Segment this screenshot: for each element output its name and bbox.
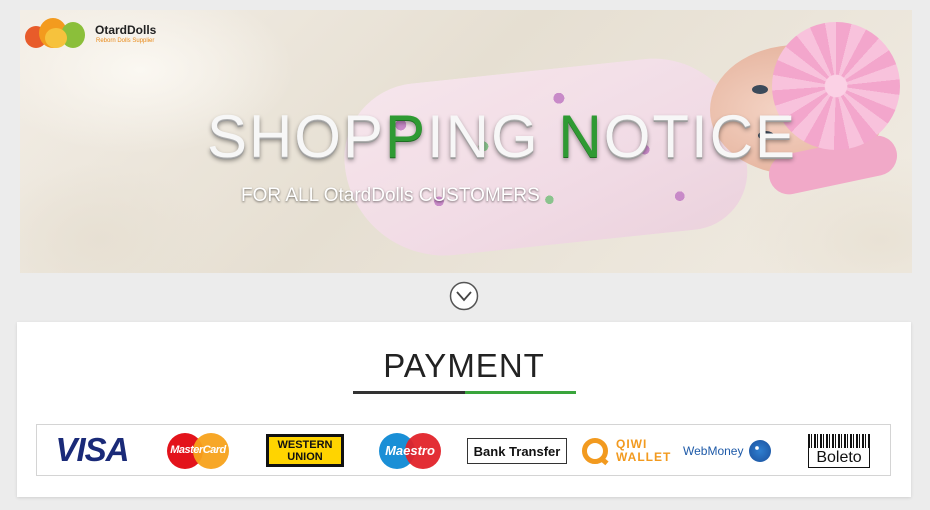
payment-methods-strip: VISA MasterCard WESTERN UNION Maestro Ba…: [36, 424, 891, 476]
boleto-logo: Boleto: [806, 432, 872, 470]
banner-headline: SHOPPING NOTICE: [206, 103, 798, 170]
baby-eye: [752, 85, 768, 94]
qiwi-icon: [582, 438, 608, 464]
maestro-logo: Maestro: [377, 433, 443, 469]
payment-section: PAYMENT VISA MasterCard WESTERN UNION Ma…: [17, 322, 911, 497]
logo-name: OtardDolls: [95, 23, 157, 37]
logo-doll-icon: [25, 16, 91, 50]
mastercard-logo: MasterCard: [165, 433, 231, 469]
webmoney-logo: WebMoney: [683, 437, 781, 465]
bank-transfer-logo: Bank Transfer: [467, 438, 567, 464]
title-underline-dark: [353, 391, 465, 394]
western-union-logo: WESTERN UNION: [266, 434, 344, 467]
banner-subheadline: FOR ALL OtardDolls CUSTOMERS: [241, 185, 540, 206]
brand-logo[interactable]: OtardDolls Reborn Dolls Supplier: [25, 16, 165, 50]
title-underline-green: [465, 391, 576, 394]
chevron-down-circle-icon[interactable]: [449, 281, 479, 311]
visa-logo: VISA: [55, 431, 129, 468]
globe-icon: [749, 440, 772, 462]
payment-title: PAYMENT: [383, 347, 545, 384]
qiwi-wallet-logo: QIWI WALLET: [582, 434, 672, 468]
barcode-icon: [808, 434, 870, 448]
logo-tagline: Reborn Dolls Supplier: [96, 38, 155, 44]
